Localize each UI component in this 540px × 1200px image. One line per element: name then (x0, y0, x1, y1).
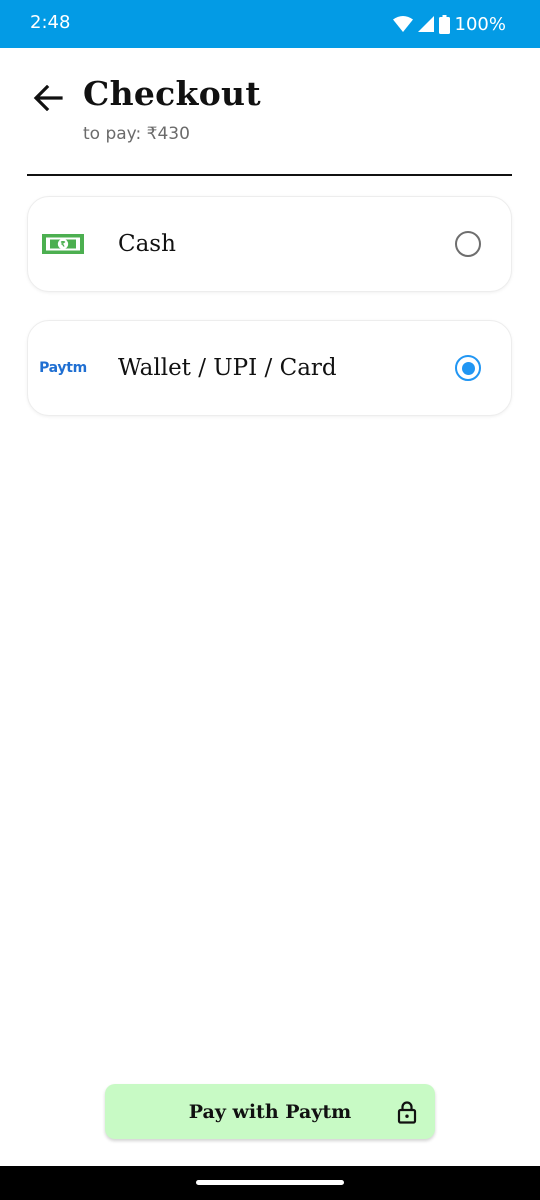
arrow-back-icon (33, 85, 63, 111)
wifi-icon (392, 16, 413, 32)
radio-button-selected[interactable] (455, 355, 481, 381)
signal-icon (417, 16, 434, 32)
status-bar: 2:48 100% (0, 0, 540, 48)
radio-button[interactable] (455, 231, 481, 257)
payment-option-label: Wallet / UPI / Card (118, 355, 337, 381)
payment-option-cash[interactable]: ₹ Cash (27, 196, 512, 292)
amount-to-pay: to pay: ₹430 (83, 124, 190, 144)
back-button[interactable] (28, 78, 68, 118)
svg-text:₹: ₹ (60, 240, 65, 249)
status-icons: 100% (392, 10, 506, 38)
lock-icon (397, 1100, 417, 1124)
payment-option-wallet-upi-card[interactable]: Paytm Wallet / UPI / Card (27, 320, 512, 416)
paytm-logo: Paytm (39, 355, 87, 381)
battery-percentage: 100% (454, 13, 506, 35)
page-title: Checkout (83, 74, 261, 113)
radio-selected-dot (461, 361, 475, 375)
battery-icon (438, 14, 450, 34)
home-indicator[interactable] (196, 1180, 344, 1185)
cash-note-icon: ₹ (41, 231, 85, 257)
paytm-logo-text: Paytm (39, 360, 87, 376)
pay-with-paytm-button[interactable]: Pay with Paytm (105, 1084, 435, 1139)
navigation-bar (0, 1166, 540, 1200)
pay-button-label: Pay with Paytm (188, 1100, 352, 1123)
status-time: 2:48 (30, 12, 71, 33)
payment-option-label: Cash (118, 231, 176, 257)
header-divider (27, 174, 512, 176)
